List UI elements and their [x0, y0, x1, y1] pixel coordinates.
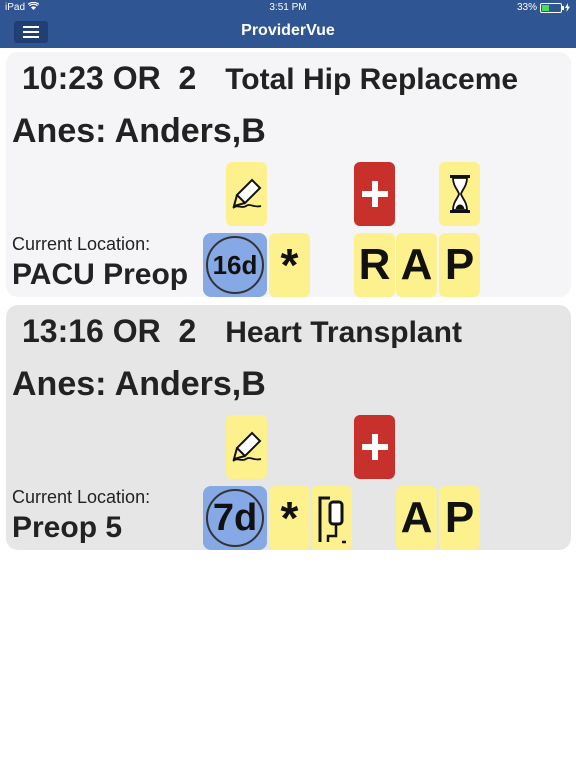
iv-drip-icon — [318, 496, 346, 544]
charging-bolt-icon — [565, 3, 570, 12]
case-room: OR 2 — [112, 313, 197, 349]
case-headline: 10:23 OR 2 Total Hip Replaceme — [22, 60, 571, 97]
battery-icon — [540, 2, 564, 13]
case-time: 10:23 — [22, 60, 104, 96]
iv-line-tile[interactable] — [311, 486, 352, 550]
current-location: PACU Preop — [12, 258, 189, 291]
asterisk-tile[interactable]: * — [269, 486, 310, 550]
location-label: Current Location: — [12, 487, 151, 507]
case-card[interactable]: 13:16 OR 2 Heart Transplant Anes: Anders… — [6, 305, 571, 550]
asterisk-tile[interactable]: * — [269, 233, 310, 297]
status-bar: iPad 3:51 PM 33% — [0, 0, 576, 16]
case-anesthesia: Anes: Anders,B — [12, 365, 266, 403]
status-letter-tile[interactable]: P — [439, 486, 480, 550]
hourglass-icon — [449, 175, 470, 213]
case-time: 13:16 — [22, 313, 104, 349]
app-title: ProviderVue — [241, 22, 335, 39]
days-count: 16d — [206, 236, 264, 294]
days-badge[interactable]: 7d — [203, 486, 267, 550]
signature-pen-icon — [231, 178, 261, 209]
case-room: OR 2 — [112, 60, 197, 96]
clock: 3:51 PM — [269, 2, 307, 13]
status-letter-tile[interactable]: P — [439, 233, 480, 297]
case-headline: 13:16 OR 2 Heart Transplant — [22, 313, 571, 350]
medical-cross-icon — [361, 181, 388, 207]
status-letter-tile[interactable]: A — [396, 233, 437, 297]
battery-percent: 33% — [516, 2, 537, 13]
asterisk-icon: * — [280, 492, 299, 544]
battery-status: 33% — [517, 2, 570, 13]
navigation-bar: ProviderVue — [0, 16, 576, 48]
signature-tile[interactable] — [226, 415, 267, 479]
status-letter-tile[interactable]: A — [396, 486, 437, 550]
signature-tile[interactable] — [226, 162, 267, 226]
signature-pen-icon — [231, 431, 261, 462]
current-location: Preop 5 — [12, 511, 123, 544]
medical-alert-tile[interactable] — [354, 415, 395, 479]
asterisk-icon: * — [280, 239, 299, 291]
days-count: 7d — [206, 489, 264, 547]
pending-tile[interactable] — [439, 162, 480, 226]
days-badge[interactable]: 16d — [203, 233, 267, 297]
case-procedure: Heart Transplant — [225, 316, 462, 349]
case-procedure: Total Hip Replaceme — [225, 63, 519, 96]
medical-alert-tile[interactable] — [354, 162, 395, 226]
status-letter-tile[interactable]: R — [354, 233, 395, 297]
medical-cross-icon — [361, 434, 388, 460]
location-label: Current Location: — [12, 234, 151, 254]
case-card[interactable]: 10:23 OR 2 Total Hip Replaceme Anes: And… — [6, 52, 571, 297]
case-anesthesia: Anes: Anders,B — [12, 112, 266, 150]
